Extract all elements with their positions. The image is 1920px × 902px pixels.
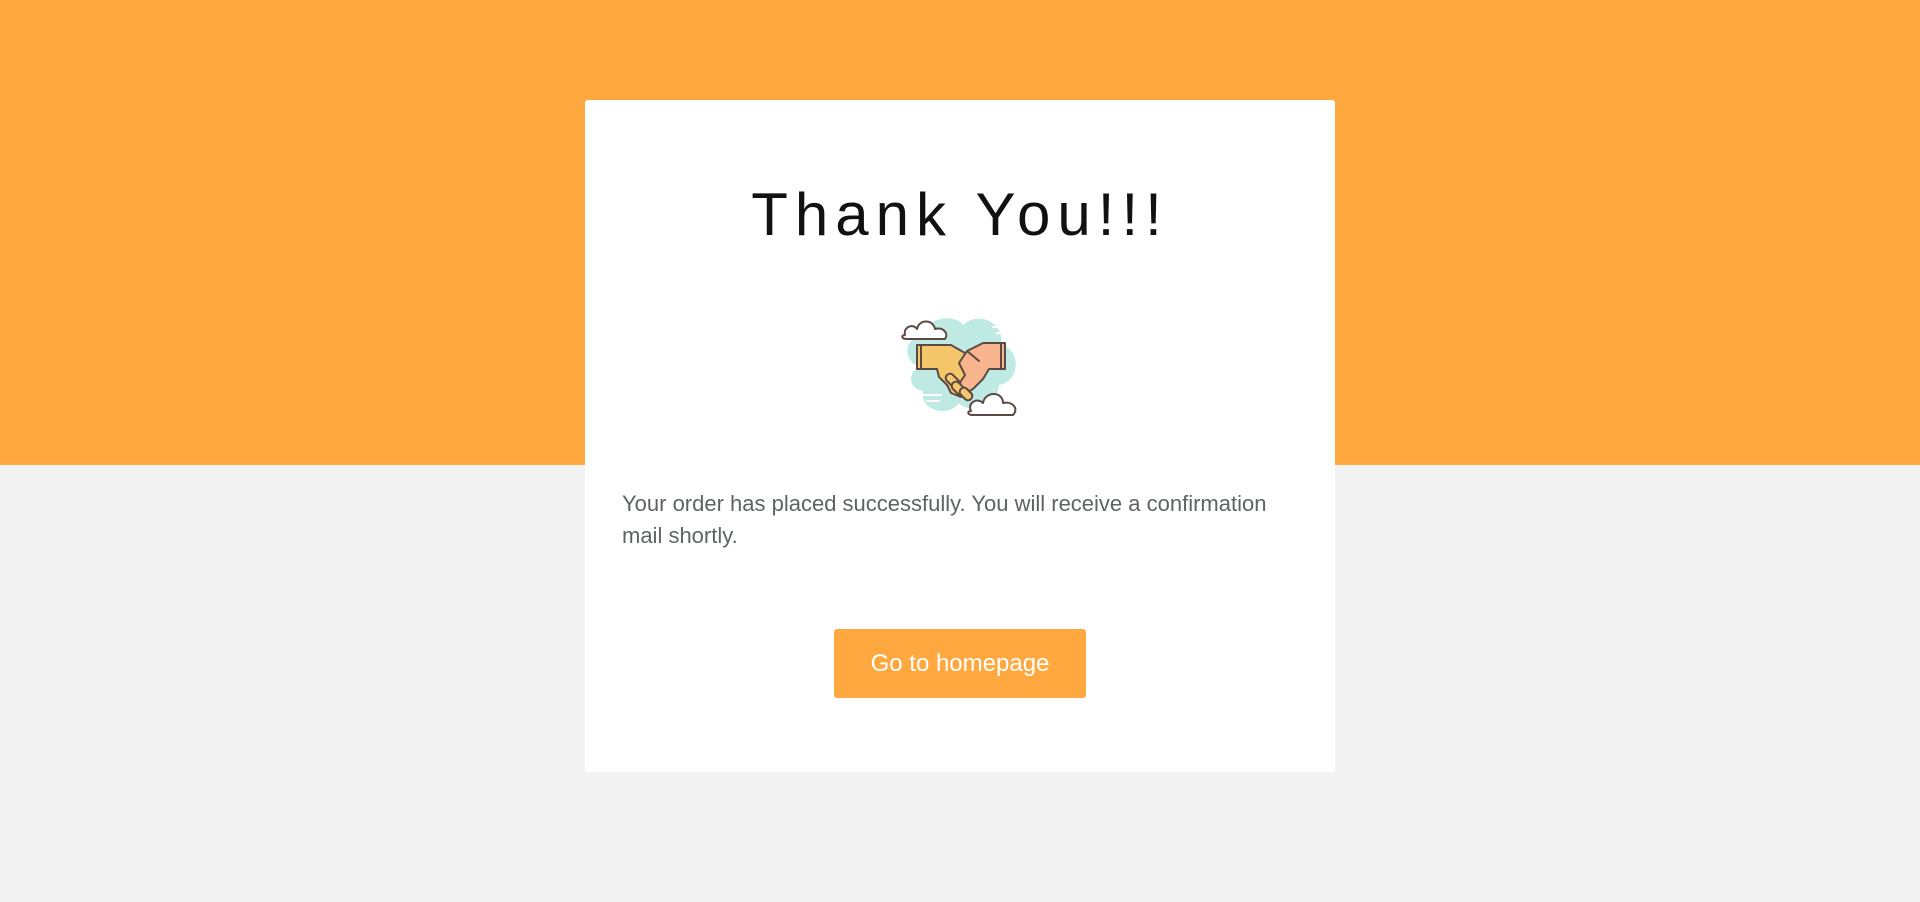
page-title: Thank You!!!	[751, 181, 1169, 248]
handshake-icon	[893, 307, 1029, 419]
go-to-homepage-button[interactable]: Go to homepage	[834, 629, 1086, 698]
confirmation-message: Your order has placed successfully. You …	[622, 491, 1267, 548]
